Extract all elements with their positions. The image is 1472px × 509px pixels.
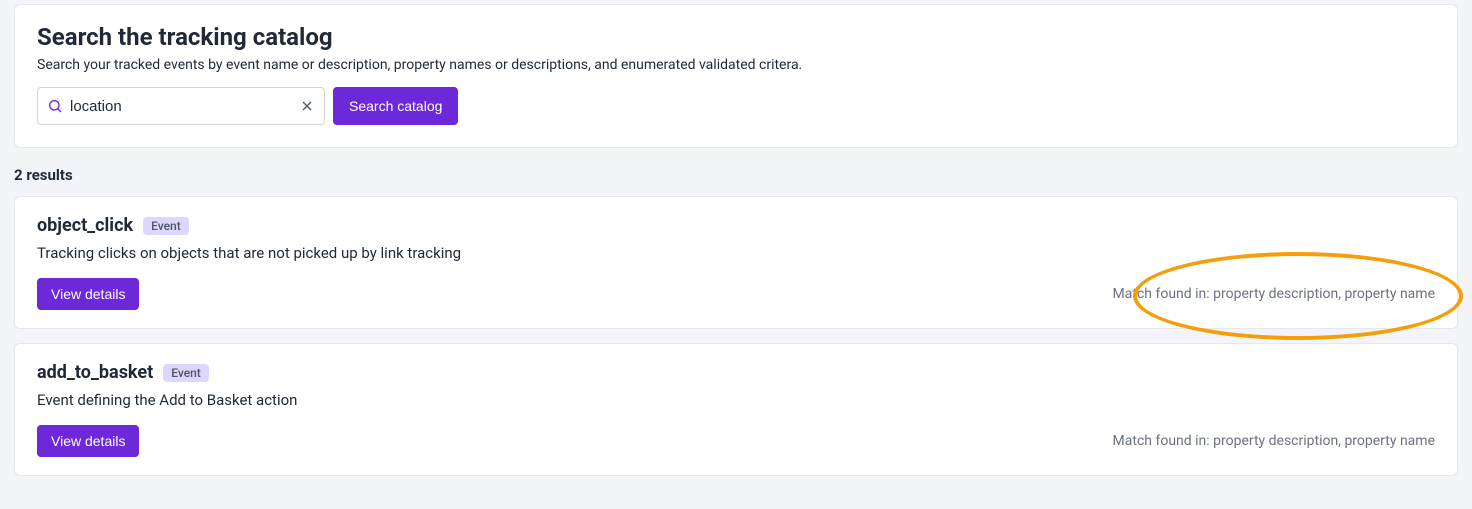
result-head: object_click Event (37, 215, 1435, 236)
search-title: Search the tracking catalog (37, 23, 1435, 51)
search-input[interactable] (64, 98, 298, 115)
result-name: add_to_basket (37, 362, 153, 383)
view-details-button[interactable]: View details (37, 278, 139, 310)
event-badge: Event (143, 217, 189, 235)
result-footer: View details Match found in: property de… (37, 425, 1435, 457)
search-subtitle: Search your tracked events by event name… (37, 57, 1435, 73)
search-catalog-button[interactable]: Search catalog (333, 87, 458, 125)
result-card: add_to_basket Event Event defining the A… (14, 343, 1458, 476)
result-card: object_click Event Tracking clicks on ob… (14, 196, 1458, 329)
search-box[interactable] (37, 87, 325, 125)
results-count: 2 results (14, 166, 1458, 184)
result-footer: View details Match found in: property de… (37, 278, 1435, 310)
result-name: object_click (37, 215, 133, 236)
event-badge: Event (163, 364, 209, 382)
search-panel: Search the tracking catalog Search your … (14, 4, 1458, 148)
view-details-button[interactable]: View details (37, 425, 139, 457)
match-found-text: Match found in: property description, pr… (1113, 286, 1435, 302)
match-found-text: Match found in: property description, pr… (1113, 433, 1435, 449)
search-icon (46, 97, 64, 115)
result-head: add_to_basket Event (37, 362, 1435, 383)
result-description: Event defining the Add to Basket action (37, 391, 1435, 409)
search-row: Search catalog (37, 87, 1435, 125)
result-description: Tracking clicks on objects that are not … (37, 244, 1435, 262)
clear-icon[interactable] (298, 97, 316, 115)
